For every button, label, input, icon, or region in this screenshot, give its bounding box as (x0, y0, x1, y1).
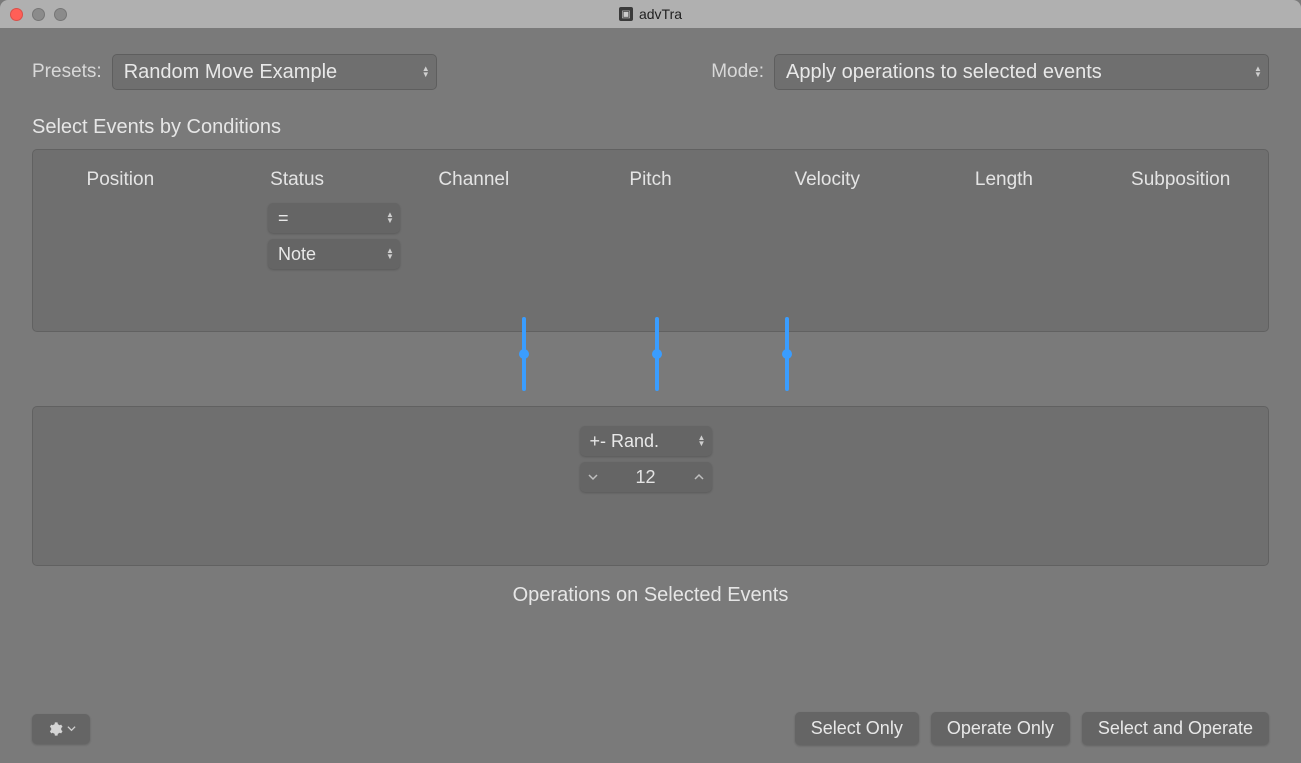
action-buttons: Select Only Operate Only Select and Oper… (795, 712, 1269, 745)
resize-handles (32, 332, 1269, 406)
bottom-bar: Select Only Operate Only Select and Oper… (32, 712, 1269, 745)
chevron-down-icon[interactable] (580, 462, 606, 492)
select-only-button[interactable]: Select Only (795, 712, 919, 745)
status-type-value: Note (268, 240, 380, 269)
status-type-select[interactable]: Note ▲▼ (268, 239, 400, 269)
settings-menu-button[interactable] (32, 714, 90, 744)
header-status: Status (209, 169, 386, 191)
chevron-updown-icon: ▲▼ (415, 54, 437, 90)
chevron-updown-icon: ▲▼ (1247, 54, 1269, 90)
chevron-updown-icon: ▲▼ (380, 239, 400, 269)
zoom-icon[interactable] (54, 8, 67, 21)
mode-label: Mode: (711, 61, 764, 83)
gear-icon (47, 721, 63, 737)
status-operator-value: = (268, 204, 380, 233)
status-operator-select[interactable]: = ▲▼ (268, 203, 400, 233)
chevron-updown-icon: ▲▼ (692, 426, 712, 456)
presets-label: Presets: (32, 61, 102, 83)
chevron-down-icon (67, 724, 76, 733)
select-and-operate-button[interactable]: Select and Operate (1082, 712, 1269, 745)
mode-select[interactable]: Apply operations to selected events ▲▼ (774, 54, 1269, 90)
operate-only-button[interactable]: Operate Only (931, 712, 1070, 745)
operation-controls: +- Rand. ▲▼ 12 (580, 426, 712, 566)
split-handle[interactable] (785, 317, 789, 391)
header-subposition: Subposition (1092, 169, 1269, 191)
top-row: Presets: Random Move Example ▲▼ Mode: Ap… (32, 54, 1269, 90)
presets-group: Presets: Random Move Example ▲▼ (32, 54, 437, 90)
operations-section-label: Operations on Selected Events (32, 584, 1269, 607)
mode-value: Apply operations to selected events (774, 55, 1247, 90)
window-controls (10, 8, 67, 21)
operations-panel: +- Rand. ▲▼ 12 (32, 406, 1269, 566)
conditions-section-label: Select Events by Conditions (32, 116, 1269, 139)
minimize-icon[interactable] (32, 8, 45, 21)
operation-value-stepper[interactable]: 12 (580, 462, 712, 492)
content-area: Presets: Random Move Example ▲▼ Mode: Ap… (0, 28, 1301, 763)
header-pitch: Pitch (562, 169, 739, 191)
window-title-wrap: ▣ advTra (0, 6, 1301, 22)
condition-headers: Position Status Channel Pitch Velocity L… (32, 169, 1269, 191)
window-title: advTra (639, 6, 682, 22)
titlebar: ▣ advTra (0, 0, 1301, 28)
chevron-up-icon[interactable] (686, 462, 712, 492)
header-length: Length (916, 169, 1093, 191)
chevron-updown-icon: ▲▼ (380, 203, 400, 233)
operation-value: 12 (606, 467, 686, 488)
app-icon: ▣ (619, 7, 633, 21)
presets-value: Random Move Example (112, 55, 415, 90)
operation-mode-select[interactable]: +- Rand. ▲▼ (580, 426, 712, 456)
operation-mode-value: +- Rand. (580, 427, 692, 456)
header-position: Position (32, 169, 209, 191)
conditions-panel: Position Status Channel Pitch Velocity L… (32, 149, 1269, 332)
close-icon[interactable] (10, 8, 23, 21)
presets-select[interactable]: Random Move Example ▲▼ (112, 54, 437, 90)
header-velocity: Velocity (739, 169, 916, 191)
header-channel: Channel (385, 169, 562, 191)
status-controls: = ▲▼ Note ▲▼ (268, 203, 400, 269)
mode-group: Mode: Apply operations to selected event… (711, 54, 1269, 90)
split-handle[interactable] (655, 317, 659, 391)
split-handle[interactable] (522, 317, 526, 391)
